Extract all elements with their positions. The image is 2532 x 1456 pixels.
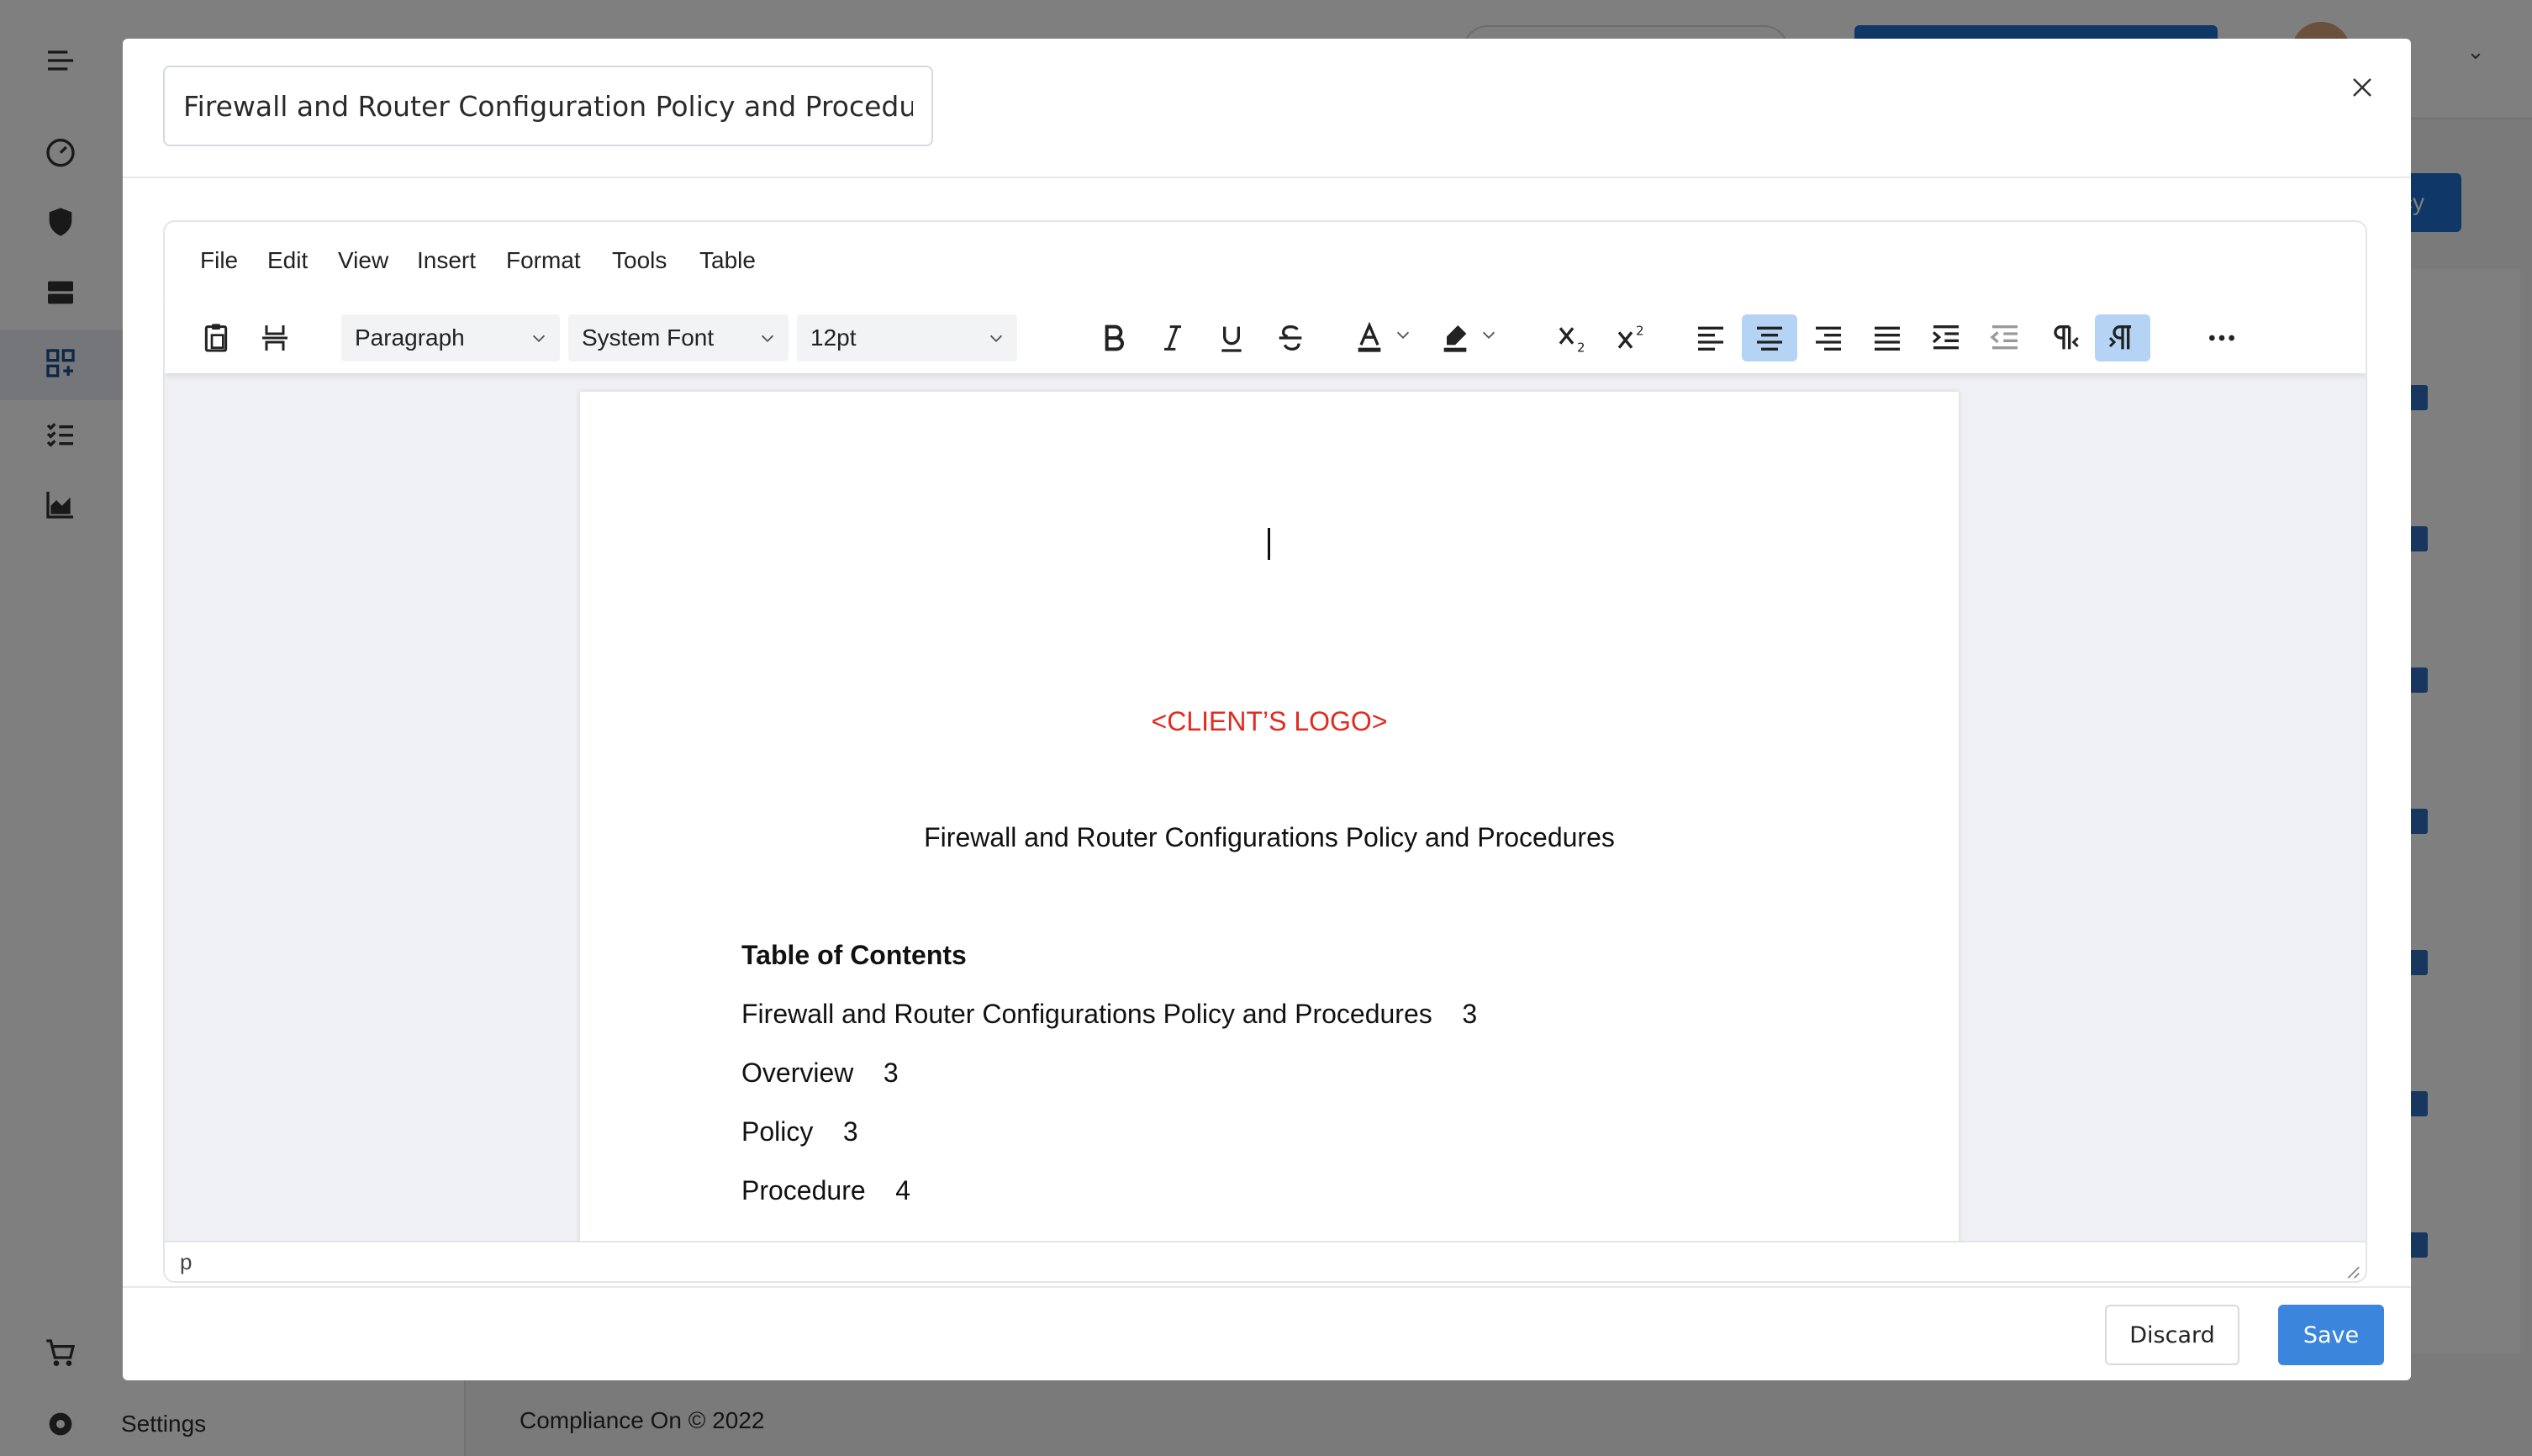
policy-title-input[interactable] (163, 66, 933, 146)
editor-menubar: File Edit View Insert Format Tools Table (165, 222, 2366, 303)
menu-table[interactable]: Table (699, 247, 756, 274)
subscript-icon[interactable]: 2 (1545, 314, 1601, 361)
toc-entry-text: Procedure (741, 1175, 866, 1205)
paste-icon[interactable] (188, 314, 244, 361)
rtl-icon[interactable] (2095, 314, 2150, 361)
bold-icon[interactable] (1086, 314, 1142, 361)
underline-icon[interactable] (1204, 314, 1259, 361)
modal-header (123, 39, 2411, 178)
rich-text-editor: File Edit View Insert Format Tools Table… (163, 220, 2367, 1283)
menu-insert[interactable]: Insert (417, 247, 476, 274)
chevron-down-icon (761, 335, 774, 343)
toc-entry-text: Firewall and Router Configurations Polic… (741, 999, 1432, 1029)
toc-entry-page: 3 (1462, 999, 1478, 1029)
indent-icon[interactable] (1918, 314, 1974, 361)
document-page[interactable]: <CLIENT’S LOGO> Firewall and Router Conf… (580, 392, 1959, 1241)
editor-toolbar: Paragraph System Font 12pt 2 2 (165, 303, 2366, 373)
modal-footer: Discard Save (123, 1286, 2411, 1380)
element-path[interactable]: p (180, 1249, 192, 1275)
align-center-icon[interactable] (1742, 314, 1797, 361)
block-format-value: Paragraph (355, 324, 465, 351)
text-color-icon[interactable] (1342, 314, 1397, 361)
toc-entry-page: 3 (842, 1116, 858, 1147)
menu-edit[interactable]: Edit (267, 247, 308, 274)
resize-handle-icon[interactable] (2342, 1261, 2361, 1279)
highlight-color-icon[interactable] (1427, 314, 1483, 361)
client-logo-placeholder: <CLIENT’S LOGO> (1151, 706, 1388, 736)
font-family-value: System Font (582, 324, 715, 351)
toc-entry-text: Policy (741, 1116, 814, 1147)
policy-editor-modal: File Edit View Insert Format Tools Table… (123, 39, 2411, 1380)
toc-entry-text: Overview (741, 1058, 854, 1088)
toc-heading: Table of Contents (741, 940, 967, 970)
text-cursor (1268, 528, 1270, 560)
save-button[interactable]: Save (2278, 1305, 2384, 1365)
toc-entry: Policy 3 (741, 1116, 858, 1147)
italic-icon[interactable] (1145, 314, 1200, 361)
page-break-icon[interactable] (247, 314, 303, 361)
toc-entry-page: 4 (895, 1175, 910, 1205)
menu-view[interactable]: View (338, 247, 388, 274)
document-title: Firewall and Router Configurations Polic… (924, 822, 1615, 852)
more-icon[interactable] (2194, 314, 2250, 361)
chevron-down-icon[interactable] (1394, 326, 1412, 345)
toc-entry: Firewall and Router Configurations Polic… (741, 999, 1477, 1030)
menu-file[interactable]: File (200, 247, 238, 274)
chevron-down-icon (989, 335, 1003, 343)
strikethrough-icon[interactable] (1263, 314, 1318, 361)
toc-entry: Overview 3 (741, 1058, 899, 1089)
ltr-icon[interactable] (2036, 314, 2092, 361)
superscript-icon[interactable]: 2 (1604, 314, 1659, 361)
close-icon[interactable] (2344, 69, 2381, 106)
editor-content-area[interactable]: <CLIENT’S LOGO> Firewall and Router Conf… (165, 373, 2366, 1241)
menu-format[interactable]: Format (506, 247, 581, 274)
toc-entry: Procedure 4 (741, 1175, 910, 1206)
discard-button[interactable]: Discard (2105, 1305, 2239, 1365)
chevron-down-icon[interactable] (1480, 326, 1498, 345)
font-size-value: 12pt (810, 324, 857, 351)
editor-statusbar: p (165, 1241, 2366, 1281)
menu-tools[interactable]: Tools (612, 247, 667, 274)
svg-text:2: 2 (1577, 340, 1585, 355)
align-justify-icon[interactable] (1859, 314, 1915, 361)
outdent-icon[interactable] (1977, 314, 2033, 361)
font-family-select[interactable]: System Font (568, 314, 789, 361)
svg-text:2: 2 (1636, 324, 1644, 339)
toc-entry-page: 3 (883, 1058, 899, 1088)
align-left-icon[interactable] (1683, 314, 1738, 361)
block-format-select[interactable]: Paragraph (341, 314, 560, 361)
chevron-down-icon (532, 335, 546, 343)
align-right-icon[interactable] (1801, 314, 1856, 361)
font-size-select[interactable]: 12pt (797, 314, 1017, 361)
